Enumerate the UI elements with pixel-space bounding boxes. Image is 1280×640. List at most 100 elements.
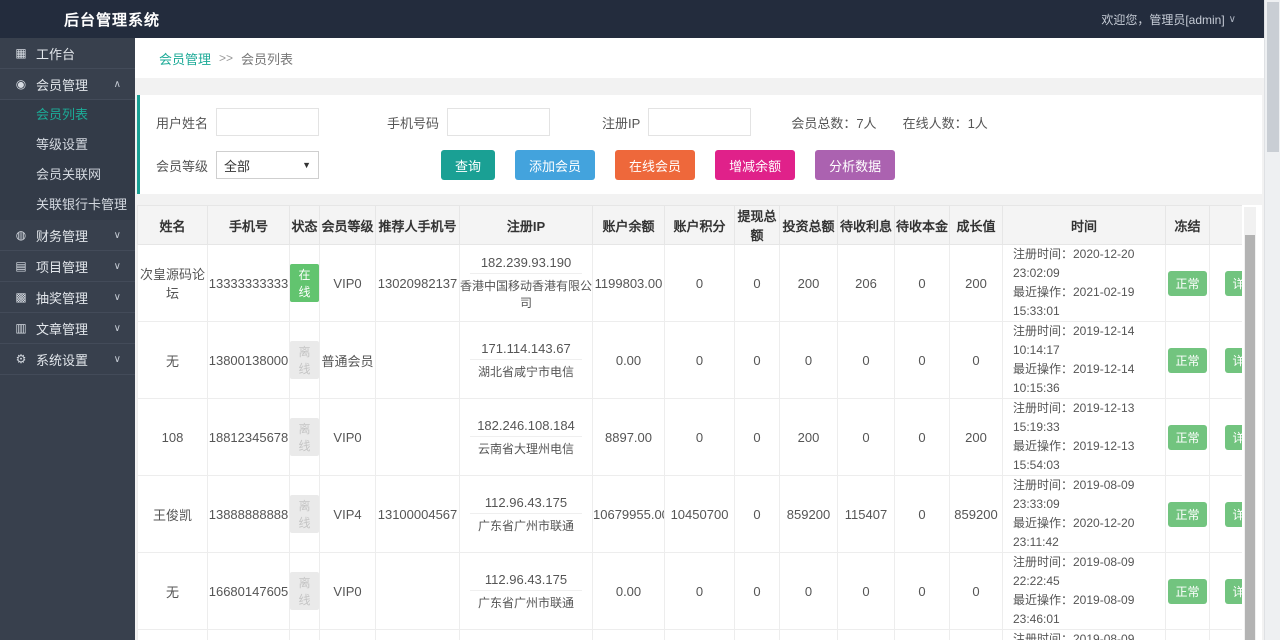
member-row: 108 18812345678 离线 VIP0 182.246.108.184云… [138,399,1243,476]
register-ip-input[interactable] [648,108,751,136]
sidebar-item[interactable]: ▤ 项目管理 ∨ [0,251,135,282]
table-vertical-scrollbar[interactable] [1244,207,1256,640]
breadcrumb-current: 会员列表 [241,49,293,68]
admin-menu[interactable]: 欢迎您，管理员[admin] ∨ [1101,11,1236,28]
sidebar-subitem[interactable]: 关联银行卡管理 [0,190,135,220]
chevron-down-icon: ∨ [1229,14,1236,25]
cell-growth: 0 [950,322,1003,399]
sidebar-item-label: 财务管理 [36,226,114,245]
member-level-value: 全部 [224,156,250,175]
cell-register-ip: 112.96.43.175广东省广州市联通 [460,476,593,553]
sidebar-item[interactable]: ▥ 文章管理 ∨ [0,313,135,344]
cell-points: 10450700 [665,476,735,553]
sidebar-item[interactable]: ◍ 财务管理 ∨ [0,220,135,251]
cell-name: 次皇源码论坛 [138,245,208,322]
member-stats: 会员总数：7人 在线人数：1人 [791,113,987,132]
table-header-row: 姓名手机号状态会员等级推荐人手机号注册IP账户余额账户积分提现总额投资总额待收利… [138,206,1243,245]
detail-button[interactable]: 详情 [1225,271,1242,296]
cell-invest-total: 859200 [780,476,838,553]
cell-balance: 0.00 [593,553,665,630]
sidebar-item[interactable]: ◉ 会员管理 ∧ [0,69,135,100]
cell-action: 详情 [1210,245,1243,322]
cell-growth: 200 [950,399,1003,476]
cell-balance: 1199803.00 [593,245,665,322]
register-ip-label: 注册IP [602,113,640,132]
cell-action: 详情 [1210,476,1243,553]
table-vertical-scrollbar-thumb[interactable] [1245,235,1255,640]
phone-input[interactable] [447,108,550,136]
cell-pending-interest: 0 [838,630,895,640]
cell-phone: 18812345678 [208,399,290,476]
sidebar-item[interactable]: ▦ 工作台 [0,38,135,69]
cell-freeze: 正常 [1166,322,1210,399]
action-button[interactable]: 增减余额 [715,150,795,180]
member-table-body: 次皇源码论坛 13333333333 在线 VIP0 13020982137 1… [138,245,1243,640]
cell-withdraw-total: 0 [735,553,780,630]
detail-button[interactable]: 详情 [1225,425,1242,450]
sidebar-subitem[interactable]: 会员列表 [0,100,135,130]
action-button[interactable]: 查询 [441,150,495,180]
cell-name: 王俊凯 [138,476,208,553]
chevron-up-icon: ∧ [114,79,121,90]
member-row: 无 13800138000 离线 普通会员 171.114.143.67湖北省咸… [138,322,1243,399]
breadcrumb-parent-link[interactable]: 会员管理 [159,49,211,68]
sidebar-subitem[interactable]: 会员关联网 [0,160,135,190]
cell-points: 0 [665,553,735,630]
page-scrollbar[interactable] [1264,0,1280,640]
phone-label: 手机号码 [387,113,439,132]
cell-phone: 13800138000 [208,322,290,399]
cell-invest-total: 0 [780,322,838,399]
cell-points: 0 [665,322,735,399]
cell-referrer: 13100004567 [376,476,460,553]
member-level-select[interactable]: 全部 ▼ [216,151,319,179]
cell-balance: 10679955.00 [593,476,665,553]
action-button[interactable]: 添加会员 [515,150,595,180]
cell-register-ip: 171.114.143.67湖北省咸宁市电信 [460,322,593,399]
cell-growth: 859200 [950,476,1003,553]
page-scrollbar-thumb[interactable] [1267,2,1279,152]
detail-button[interactable]: 详情 [1225,579,1242,604]
cell-freeze: 正常 [1166,399,1210,476]
sidebar-item-label: 系统设置 [36,350,114,369]
total-members-stat: 会员总数：7人 [791,113,876,132]
column-header: 提现总额 [735,206,780,245]
freeze-status-button[interactable]: 正常 [1168,579,1206,604]
detail-button[interactable]: 详情 [1225,502,1242,527]
dashboard-icon: ▦ [13,46,29,60]
freeze-status-button[interactable]: 正常 [1168,502,1206,527]
cell-pending-principal: 0 [895,399,950,476]
cell-pending-interest: 115407 [838,476,895,553]
cell-phone: 13100004567 [208,630,290,640]
freeze-status-button[interactable]: 正常 [1168,271,1206,296]
cell-register-ip: 182.246.108.184云南省大理州电信 [460,399,593,476]
finance-icon: ◍ [13,228,29,242]
freeze-status-button[interactable]: 正常 [1168,425,1206,450]
freeze-status-button[interactable]: 正常 [1168,348,1206,373]
cell-referrer [376,630,460,640]
detail-button[interactable]: 详情 [1225,348,1242,373]
cell-points: 0 [665,630,735,640]
cell-withdraw-total: 0 [735,322,780,399]
cell-pending-interest: 0 [838,322,895,399]
member-row: 无 16680147605 离线 VIP0 112.96.43.175广东省广州… [138,553,1243,630]
username-input[interactable] [216,108,319,136]
column-header: 时间 [1003,206,1166,245]
cell-pending-principal: 0 [895,553,950,630]
action-button[interactable]: 分析数据 [815,150,895,180]
articles-icon: ▥ [13,321,29,335]
cell-pending-interest: 0 [838,553,895,630]
cell-phone: 16680147605 [208,553,290,630]
sidebar-subitem[interactable]: 等级设置 [0,130,135,160]
cell-level: VIP0 [320,245,376,322]
cell-level: 普通会员 [320,322,376,399]
cell-pending-principal: 0 [895,322,950,399]
action-button[interactable]: 在线会员 [615,150,695,180]
member-level-label: 会员等级 [156,156,208,175]
cell-name: 无 [138,553,208,630]
cell-level: VIP0 [320,630,376,640]
chevron-down-icon: ∨ [114,292,121,303]
cell-pending-interest: 0 [838,399,895,476]
member-row: 王俊凯 13888888888 离线 VIP4 13100004567 112.… [138,476,1243,553]
sidebar-item[interactable]: ⚙ 系统设置 ∨ [0,344,135,375]
sidebar-item[interactable]: ▩ 抽奖管理 ∨ [0,282,135,313]
